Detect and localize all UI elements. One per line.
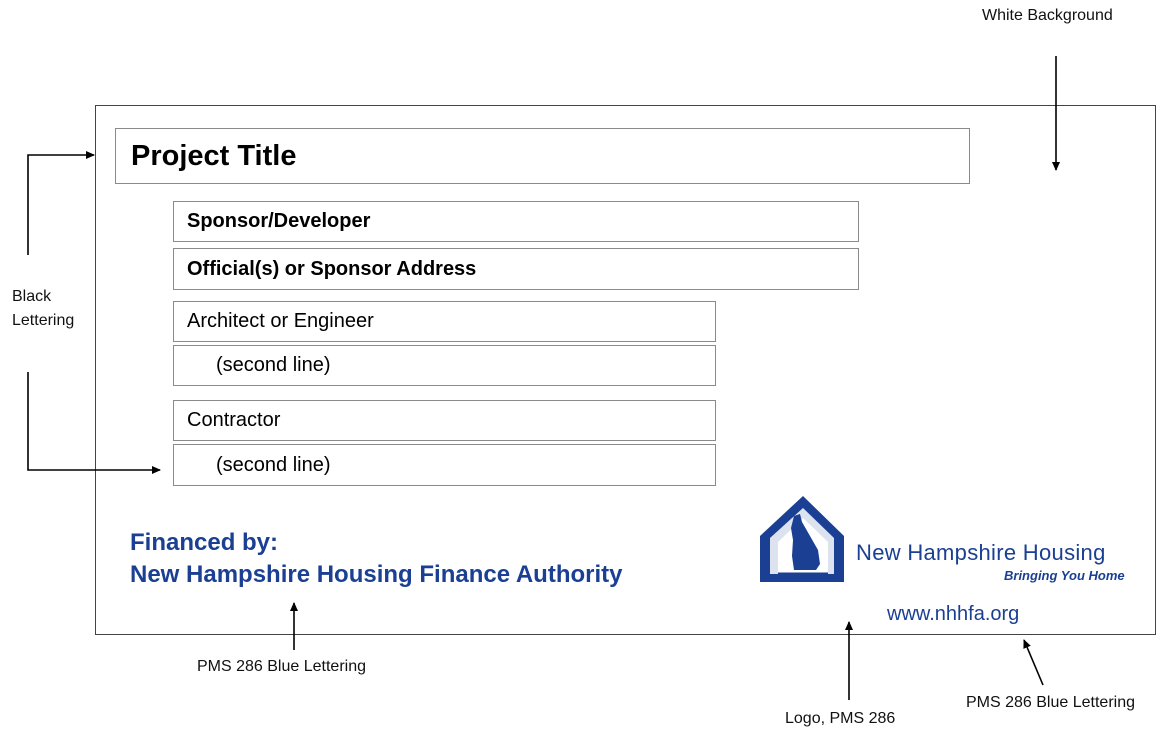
black-lettering-lower-arrow	[27, 372, 161, 474]
annotation-arrows	[27, 56, 1060, 700]
black-lettering-upper-arrow	[27, 151, 95, 255]
pms-blue-right-arrow	[1023, 639, 1044, 686]
